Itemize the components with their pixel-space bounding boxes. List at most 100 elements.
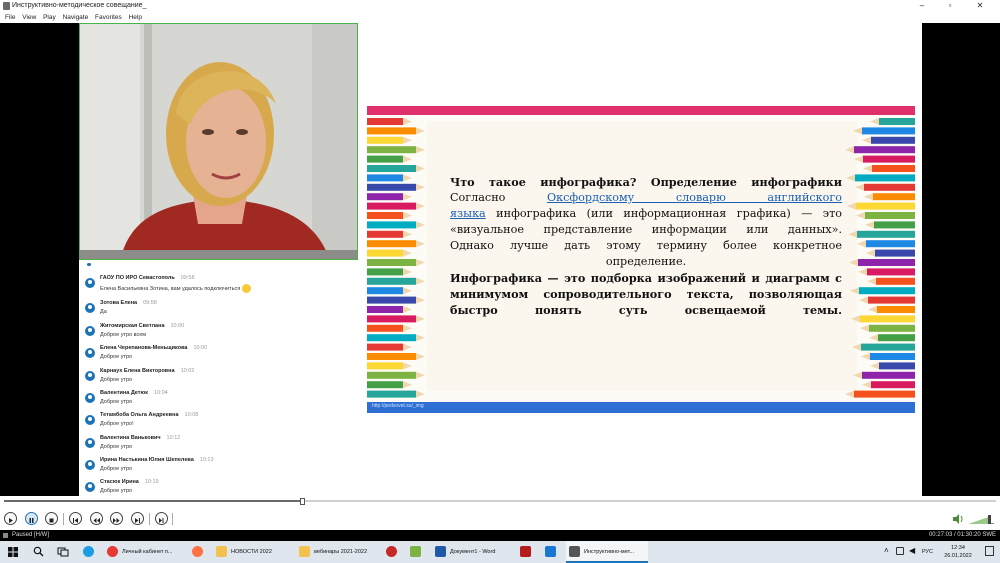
pencil-decoration xyxy=(868,296,915,304)
edge-browser-icon[interactable] xyxy=(83,546,94,557)
pencil-decoration xyxy=(873,193,915,201)
taskbar: Личный кабинет п... НОВОСТИ 2022 вебинар… xyxy=(0,541,1000,563)
search-icon[interactable] xyxy=(33,546,44,557)
taskbar-app[interactable] xyxy=(407,541,425,563)
chat-time: 10:04 xyxy=(153,390,168,396)
previous-button[interactable] xyxy=(69,512,82,525)
pencil-decoration xyxy=(367,136,403,144)
chevron-up-icon[interactable]: ˄ xyxy=(884,546,889,555)
chat-text: Доброе утро! xyxy=(100,421,134,427)
pencil-decoration xyxy=(367,221,416,229)
task-view-icon[interactable] xyxy=(57,546,69,557)
pencil-decoration xyxy=(367,315,416,323)
slide-line: Согласно Оксфордскому словарю английског… xyxy=(450,190,842,206)
pencil-decoration xyxy=(367,362,403,370)
word-icon xyxy=(435,546,446,557)
video-frame[interactable]: ГАОУ ПО ИРО Севастополь 09:58 Елена Васил… xyxy=(79,23,922,496)
taskbar-app[interactable]: Личный кабинет п... xyxy=(104,541,184,563)
pencil-decoration xyxy=(871,136,915,144)
pencil-decoration xyxy=(879,362,915,370)
slide-heading: Что такое инфографика? Определение инфог… xyxy=(450,175,842,189)
seek-bar[interactable] xyxy=(0,496,1000,508)
pencil-decoration xyxy=(876,277,915,285)
menu-navigate[interactable]: Navigate xyxy=(63,12,89,23)
taskbar-app[interactable] xyxy=(542,541,560,563)
pencil-decoration xyxy=(860,315,915,323)
next-button[interactable] xyxy=(131,512,144,525)
chat-message: Карнаух Елена Викторовна 10:02 Доброе утр… xyxy=(85,368,355,388)
taskbar-app[interactable]: Документ1 - Word xyxy=(432,541,512,563)
windows-start-icon[interactable] xyxy=(8,547,18,557)
slide-text: Что такое инфографика? Определение инфог… xyxy=(450,174,842,318)
pencil-decoration xyxy=(862,371,915,379)
notifications-icon[interactable] xyxy=(985,546,994,556)
language-indicator[interactable]: РУС xyxy=(922,541,933,563)
maximize-button[interactable]: ▫ xyxy=(936,0,964,12)
app-icon xyxy=(410,546,421,557)
pencil-decoration xyxy=(854,390,915,398)
pencil-decoration xyxy=(367,381,403,389)
status-bar: Paused [H/W] 00:27:03 / 01:30:20 SWE xyxy=(0,530,1000,541)
pencil-decoration xyxy=(367,390,416,398)
pencil-decoration xyxy=(367,296,416,304)
pencil-decoration xyxy=(864,183,915,191)
volume-icon[interactable]: ◀ xyxy=(909,546,915,555)
oxford-dictionary-link-cont[interactable]: языка xyxy=(450,207,486,220)
menu-view[interactable]: View xyxy=(22,12,36,23)
user-avatar-icon xyxy=(85,303,95,313)
slide-line: языка инфографика (или информационная гр… xyxy=(450,206,842,222)
pencil-decoration xyxy=(367,277,416,285)
menu-help[interactable]: Help xyxy=(129,12,142,23)
chat-author: ГАОУ ПО ИРО Севастополь xyxy=(100,275,175,281)
pencil-decoration xyxy=(865,212,915,219)
pause-button[interactable] xyxy=(25,512,38,525)
pencil-decoration xyxy=(874,221,915,229)
menu-file[interactable]: File xyxy=(5,12,15,23)
menu-favorites[interactable]: Favorites xyxy=(95,12,122,23)
close-button[interactable]: ✕ xyxy=(966,0,994,12)
speaker-icon[interactable] xyxy=(952,513,965,525)
network-icon[interactable] xyxy=(896,547,904,555)
chat-text: Доброе утро xyxy=(100,466,133,472)
pencil-decoration xyxy=(367,212,403,219)
taskbar-app[interactable] xyxy=(189,541,207,563)
taskbar-app[interactable] xyxy=(383,541,401,563)
pencil-decoration xyxy=(863,155,915,163)
taskbar-app-active[interactable]: Инструктивно-мет... xyxy=(566,541,648,563)
seek-thumb[interactable] xyxy=(299,498,305,505)
user-avatar-icon xyxy=(85,278,95,288)
slide-line: «визуальное представление информации или… xyxy=(450,223,842,236)
chat-panel[interactable]: ГАОУ ПО ИРО Севастополь 09:58 Елена Васил… xyxy=(79,263,358,496)
pencil-decoration xyxy=(871,381,915,389)
folder-icon xyxy=(299,546,310,557)
pencil-decoration xyxy=(367,174,403,182)
taskbar-app-label: Личный кабинет п... xyxy=(122,549,173,555)
user-avatar-icon xyxy=(85,393,95,403)
play-button[interactable] xyxy=(4,512,17,525)
stop-button[interactable] xyxy=(45,512,58,525)
minimize-button[interactable]: – xyxy=(908,0,936,12)
pencil-decoration xyxy=(861,343,915,351)
fast-forward-button[interactable] xyxy=(110,512,123,525)
clock[interactable]: 12:34 26.01.2022 xyxy=(938,544,978,560)
taskbar-app[interactable]: вебинары 2021-2022 xyxy=(296,541,376,563)
taskbar-app-label: Документ1 - Word xyxy=(450,549,496,555)
presenter-image xyxy=(80,24,357,259)
chat-text: Доброе утро xyxy=(100,354,133,360)
slide-footer-url: http://pedsovet.su/_img xyxy=(372,403,424,409)
taskbar-app[interactable] xyxy=(517,541,535,563)
taskbar-app[interactable]: НОВОСТИ 2022 xyxy=(213,541,288,563)
pencil-decoration xyxy=(367,306,403,313)
frame-step-button[interactable] xyxy=(155,512,168,525)
volume-slider[interactable] xyxy=(987,515,991,524)
pencil-decoration xyxy=(367,343,403,351)
oxford-dictionary-link[interactable]: Оксфордскому словарю английского xyxy=(547,191,842,204)
pencil-decoration xyxy=(870,353,915,360)
rewind-button[interactable] xyxy=(90,512,103,525)
pencil-decoration xyxy=(867,268,915,276)
clock-date: 26.01.2022 xyxy=(944,553,972,559)
menu-play[interactable]: Play xyxy=(43,12,56,23)
status-icon xyxy=(3,533,8,538)
pencil-decoration xyxy=(367,287,403,295)
chat-message: Ирина Настькина Юлия Шепелева 10:13 Добро… xyxy=(85,457,355,477)
